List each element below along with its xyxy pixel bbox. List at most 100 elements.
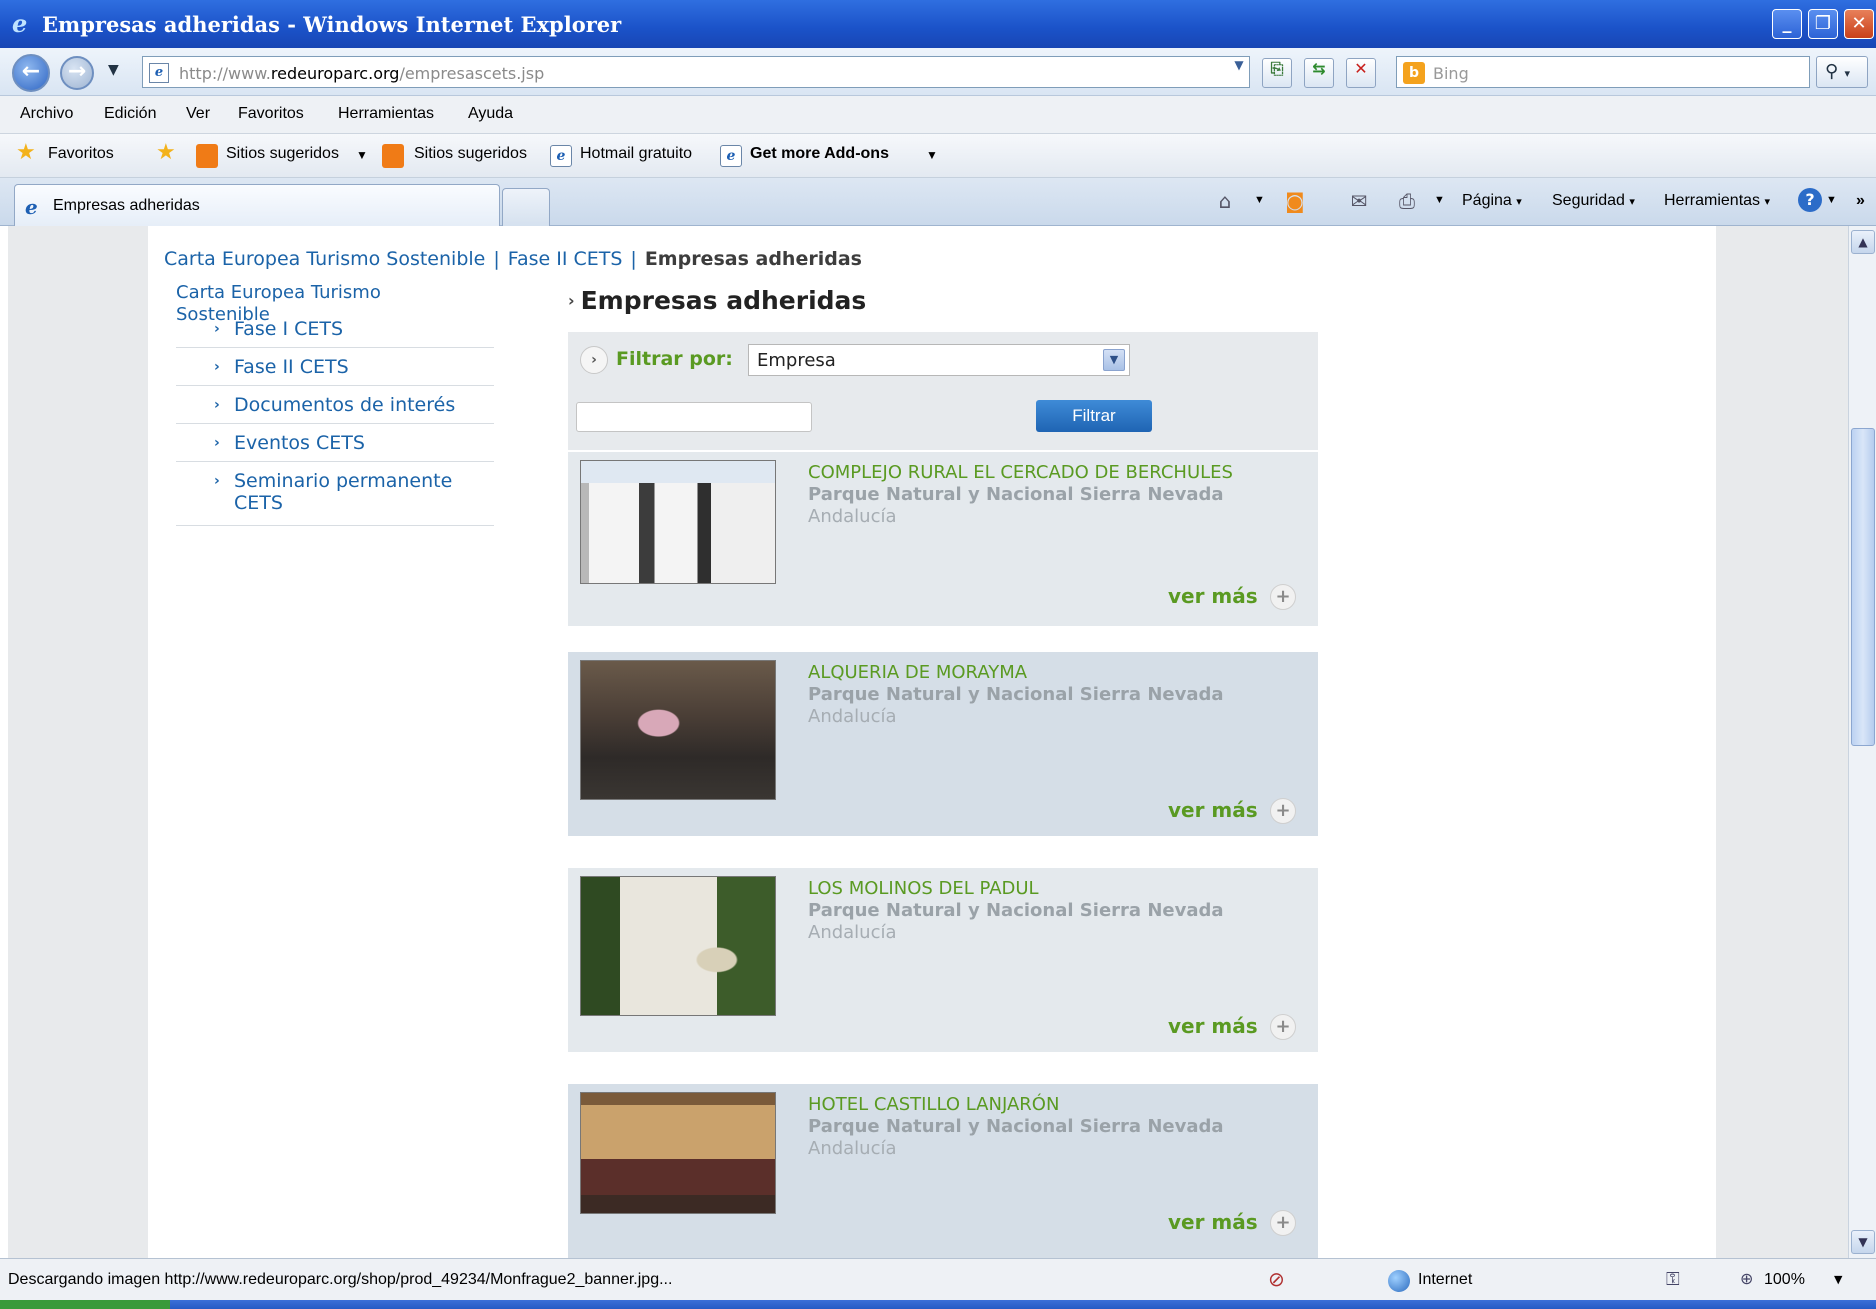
ver-mas-link[interactable]: ver más xyxy=(1168,584,1258,608)
ver-mas-link[interactable]: ver más xyxy=(1168,798,1258,822)
print-dropdown-icon[interactable]: ▼ xyxy=(1434,194,1445,206)
company-name-link[interactable]: ALQUERIA DE MORAYMA xyxy=(808,662,1027,683)
suggested-sites-icon xyxy=(196,144,218,168)
chevron-more-icon[interactable]: » xyxy=(1856,192,1865,210)
suggested-sites-icon-2 xyxy=(382,144,404,168)
chevron-right-icon: › xyxy=(214,435,220,451)
back-button[interactable]: ← xyxy=(12,54,50,92)
tab-ie-icon: e xyxy=(25,195,38,219)
page-icon: e xyxy=(149,63,169,83)
company-region: Andalucía xyxy=(808,706,897,727)
refresh-icon[interactable]: ⇆ xyxy=(1304,58,1334,88)
plus-icon[interactable]: + xyxy=(1270,584,1296,610)
help-dropdown-icon[interactable]: ▼ xyxy=(1826,194,1837,206)
company-park: Parque Natural y Nacional Sierra Nevada xyxy=(808,484,1224,505)
url-field[interactable]: e http://www.redeuroparc.org/empresascet… xyxy=(142,56,1250,88)
breadcrumb-current: Empresas adheridas xyxy=(644,248,862,270)
scroll-up-icon[interactable]: ▲ xyxy=(1851,230,1875,254)
sidebar-item-seminario[interactable]: › Seminario permanente CETS xyxy=(176,470,494,526)
sidebar-item-documentos[interactable]: › Documentos de interés xyxy=(176,394,494,424)
favorites-button[interactable]: Favoritos xyxy=(48,145,114,163)
help-icon[interactable]: ? xyxy=(1798,188,1822,212)
filter-select[interactable]: Empresa ▼ xyxy=(748,344,1130,376)
start-button[interactable] xyxy=(0,1300,170,1309)
read-mail-icon[interactable]: ✉ xyxy=(1346,188,1372,214)
chevron-right-icon: › xyxy=(214,321,220,337)
scroll-thumb[interactable] xyxy=(1851,428,1875,746)
breadcrumb-link-carta[interactable]: Carta Europea Turismo Sostenible xyxy=(164,248,485,270)
new-tab-button[interactable] xyxy=(502,188,550,226)
addons-link[interactable]: Get more Add-ons xyxy=(750,145,889,163)
minimize-icon[interactable]: _ xyxy=(1772,9,1802,39)
restore-icon[interactable]: ❐ xyxy=(1808,9,1838,39)
suggested-sites-link[interactable]: Sitios sugeridos xyxy=(226,145,339,163)
zoom-icon: ⊕ xyxy=(1740,1269,1754,1288)
menu-herramientas[interactable]: Herramientas xyxy=(338,105,434,123)
company-name-link[interactable]: COMPLEJO RURAL EL CERCADO DE BERCHULES xyxy=(808,462,1233,483)
tools-menu[interactable]: Herramientas ▾ xyxy=(1664,192,1770,210)
ver-mas-link[interactable]: ver más xyxy=(1168,1014,1258,1038)
hotmail-ie-icon: e xyxy=(550,145,572,167)
home-dropdown-icon[interactable]: ▼ xyxy=(1254,194,1265,206)
stop-icon[interactable]: ✕ xyxy=(1346,58,1376,88)
filter-button[interactable]: Filtrar xyxy=(1036,400,1152,432)
status-text: Descargando imagen http://www.redeuropar… xyxy=(8,1271,673,1288)
breadcrumb-link-fase-ii[interactable]: Fase II CETS xyxy=(508,248,623,270)
forward-button[interactable]: → xyxy=(60,56,94,90)
chevron-right-icon: › xyxy=(214,473,220,489)
url-dropdown-icon[interactable]: ▼ xyxy=(1228,58,1250,88)
sidebar-item-eventos[interactable]: › Eventos CETS xyxy=(176,432,494,462)
favorites-bar: ★ Favoritos ★ Sitios sugeridos ▼ Sitios … xyxy=(0,134,1876,178)
search-button[interactable]: ⚲ ▾ xyxy=(1816,56,1868,88)
menu-archivo[interactable]: Archivo xyxy=(20,105,73,123)
company-photo[interactable] xyxy=(580,660,776,800)
plus-icon[interactable]: + xyxy=(1270,1210,1296,1236)
internet-zone-icon xyxy=(1388,1270,1410,1292)
company-name-link[interactable]: LOS MOLINOS DEL PADUL xyxy=(808,878,1039,899)
zoom-level[interactable]: 100% xyxy=(1764,1271,1805,1289)
menu-edicion[interactable]: Edición xyxy=(104,105,156,123)
chevron-down-icon: ▼ xyxy=(1103,349,1125,371)
hotmail-link[interactable]: Hotmail gratuito xyxy=(580,145,692,163)
home-icon[interactable]: ⌂ xyxy=(1212,188,1238,214)
menu-favoritos[interactable]: Favoritos xyxy=(238,105,304,123)
ver-mas-link[interactable]: ver más xyxy=(1168,1210,1258,1234)
scroll-down-icon[interactable]: ▼ xyxy=(1851,1230,1875,1254)
suggested-sites-link-2[interactable]: Sitios sugeridos xyxy=(414,145,527,163)
chevron-right-icon: › xyxy=(214,397,220,413)
search-input[interactable]: b Bing xyxy=(1396,56,1810,88)
sidebar-item-fase-ii[interactable]: › Fase II CETS xyxy=(176,356,494,386)
company-photo[interactable] xyxy=(580,460,776,584)
add-favorite-icon[interactable]: ★ xyxy=(156,140,176,165)
addons-ie-icon: e xyxy=(720,145,742,167)
plus-icon[interactable]: + xyxy=(1270,1014,1296,1040)
compatibility-icon[interactable]: ⎘ xyxy=(1262,58,1292,88)
menu-ayuda[interactable]: Ayuda xyxy=(468,105,513,123)
menu-ver[interactable]: Ver xyxy=(186,105,210,123)
vertical-scrollbar[interactable]: ▲ ▼ xyxy=(1848,226,1876,1258)
address-bar: ← → ▼ e http://www.redeuroparc.org/empre… xyxy=(0,48,1876,96)
privacy-icon[interactable]: ⊘ xyxy=(1268,1267,1285,1291)
company-photo[interactable] xyxy=(580,1092,776,1214)
feeds-icon[interactable]: ◙ xyxy=(1282,188,1308,214)
close-icon[interactable]: ✕ xyxy=(1844,9,1874,39)
favorites-star-icon: ★ xyxy=(16,140,36,165)
filter-text-input[interactable] xyxy=(576,402,812,432)
security-menu[interactable]: Seguridad ▾ xyxy=(1552,192,1635,210)
sidebar-item-fase-i[interactable]: › Fase I CETS xyxy=(176,318,494,348)
protected-mode-icon[interactable]: ⚿ xyxy=(1666,1269,1680,1290)
addons-dropdown-icon[interactable]: ▼ xyxy=(926,148,938,162)
print-icon[interactable]: ⎙ xyxy=(1394,188,1420,214)
zoom-dropdown-icon[interactable]: ▼ xyxy=(1834,1273,1842,1286)
page-menu[interactable]: Página ▾ xyxy=(1462,192,1522,210)
chevron-right-icon: › xyxy=(214,359,220,375)
recent-pages-dropdown-icon[interactable]: ▼ xyxy=(108,62,119,78)
company-name-link[interactable]: HOTEL CASTILLO LANJARÓN xyxy=(808,1094,1059,1115)
company-card: ALQUERIA DE MORAYMA Parque Natural y Nac… xyxy=(568,652,1318,836)
tab-empresas-adheridas[interactable]: e Empresas adheridas xyxy=(14,184,500,226)
plus-icon[interactable]: + xyxy=(1270,798,1296,824)
suggested-sites-dropdown-icon[interactable]: ▼ xyxy=(356,148,368,162)
company-photo[interactable] xyxy=(580,876,776,1016)
menu-bar: Archivo Edición Ver Favoritos Herramient… xyxy=(0,96,1876,134)
url-text: http://www.redeuroparc.org/empresascets.… xyxy=(179,64,545,83)
